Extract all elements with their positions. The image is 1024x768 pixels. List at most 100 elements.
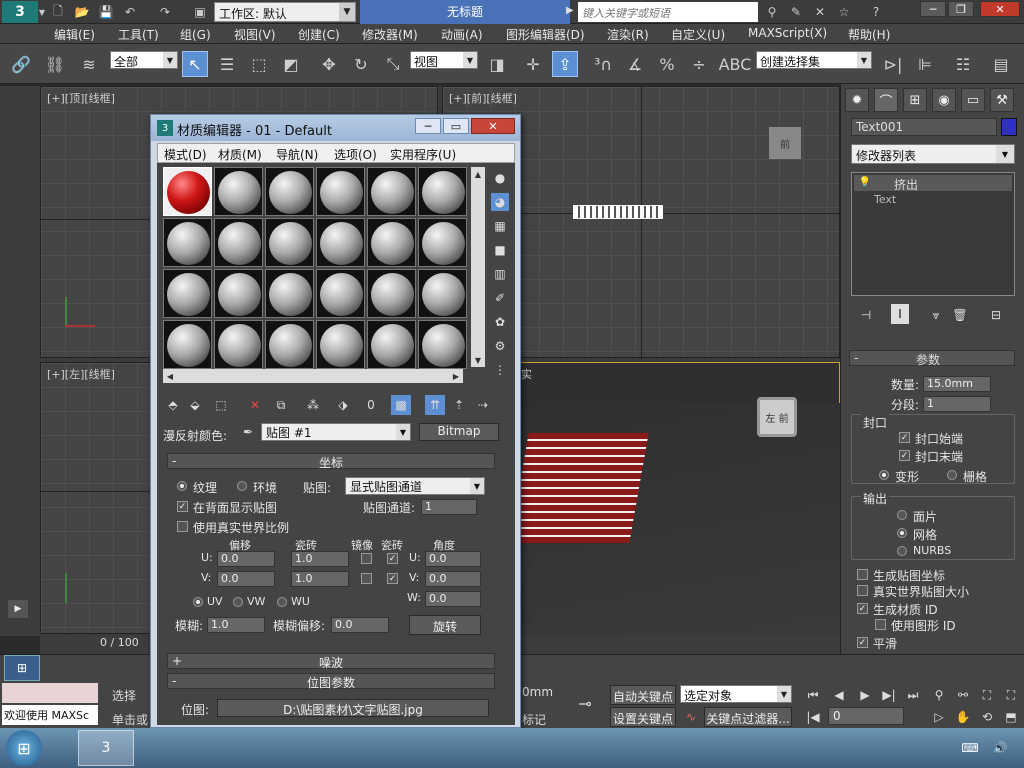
redo-icon[interactable]: ↷ [155, 3, 175, 21]
slots-horizontal-scrollbar[interactable]: ◀ ▶ [163, 369, 463, 383]
wu-radio[interactable] [277, 597, 287, 607]
keyboard-icon[interactable]: ⌨ [960, 738, 980, 758]
sample-slot[interactable] [316, 218, 365, 267]
curve-icon[interactable]: ∿ [682, 709, 700, 725]
menu-views[interactable]: 视图(V) [234, 26, 276, 43]
sample-slot[interactable] [163, 167, 212, 216]
zoom-extents-icon[interactable]: ⛶ [978, 687, 996, 703]
sample-slot[interactable] [367, 269, 416, 318]
material-map-navigator-icon[interactable]: ⋮ [491, 361, 509, 379]
render-setup-icon[interactable]: ▤ [988, 51, 1014, 77]
stack-item-extrude[interactable]: 💡 挤出 [854, 175, 1012, 192]
viewport-front-label[interactable]: [+][前][线框] [449, 90, 517, 106]
favorites-star-icon[interactable]: ☆ [834, 3, 854, 21]
sample-slot[interactable] [418, 167, 467, 216]
vw-radio[interactable] [233, 597, 243, 607]
new-file-icon[interactable]: 🗋 [48, 3, 68, 21]
sample-slot[interactable] [316, 269, 365, 318]
communication-center-icon[interactable]: ✎ [786, 3, 806, 21]
w-angle-spinner[interactable]: 0.0 [425, 591, 481, 607]
maxscript-listener-mini[interactable] [2, 683, 98, 703]
workspace-dropdown[interactable]: 工作区: 默认 ▼ [214, 2, 356, 22]
params-rollout-header[interactable]: - 参数 [849, 350, 1015, 367]
create-tab-icon[interactable]: ✹ [845, 88, 869, 112]
maximize-viewport-icon[interactable]: ⬒ [1002, 709, 1020, 725]
search-input[interactable]: 键入关键字或短语 [578, 2, 758, 22]
go-forward-sibling-icon[interactable]: ⇢ [473, 395, 493, 415]
binoculars-icon[interactable]: ⚲ [762, 3, 782, 21]
select-manipulate-icon[interactable]: ✛ [520, 51, 546, 77]
viewport-left-label[interactable]: [+][左][线框] [47, 366, 115, 382]
patch-radio[interactable] [897, 510, 907, 520]
menu-tools[interactable]: 工具(T) [118, 26, 159, 43]
sample-slot[interactable] [418, 269, 467, 318]
scroll-down-icon[interactable]: ▼ [471, 353, 485, 367]
make-unique-icon[interactable]: ⁂ [303, 395, 323, 415]
project-folder-icon[interactable]: ▣ [190, 3, 210, 21]
utilities-tab-icon[interactable]: ⚒ [990, 88, 1014, 112]
menu-customize[interactable]: 自定义(U) [671, 26, 725, 43]
reference-coord-dropdown[interactable]: 视图 ▼ [410, 51, 478, 69]
grid-radio[interactable] [947, 470, 957, 480]
remove-modifier-icon[interactable]: 🗑 [951, 306, 969, 324]
stack-item-text[interactable]: Text [874, 193, 896, 206]
open-file-icon[interactable]: 📂 [72, 3, 92, 21]
play-arrow-icon[interactable]: ▶ [8, 600, 28, 618]
menu-maxscript[interactable]: MAXScript(X) [748, 26, 827, 40]
map-channel-spinner[interactable]: 1 [421, 499, 477, 515]
select-by-material-icon[interactable]: ⚙ [491, 337, 509, 355]
menu-animation[interactable]: 动画(A) [441, 26, 483, 43]
keyboard-shortcut-override-icon[interactable]: ⇪ [552, 51, 578, 77]
go-to-parent-icon[interactable]: ⇡ [449, 395, 469, 415]
lightbulb-icon[interactable]: 💡 [859, 177, 871, 188]
viewport-top-label[interactable]: [+][顶][线框] [47, 90, 115, 106]
v-tiling-spinner[interactable]: 1.0 [291, 571, 349, 587]
menu-create[interactable]: 创建(C) [298, 26, 340, 43]
nurbs-radio[interactable] [897, 546, 907, 556]
u-tiling-spinner[interactable]: 1.0 [291, 551, 349, 567]
backlight-icon[interactable]: ◕ [491, 193, 509, 211]
rectangular-selection-icon[interactable]: ⬚ [246, 51, 272, 77]
make-unique-icon[interactable]: ⩔ [927, 306, 945, 324]
sample-slot[interactable] [163, 218, 212, 267]
v-angle-spinner[interactable]: 0.0 [425, 571, 481, 587]
undo-icon[interactable]: ↶ [120, 3, 140, 21]
u-offset-spinner[interactable]: 0.0 [217, 551, 275, 567]
show-end-result-icon[interactable]: I [891, 304, 909, 324]
background-checker-icon[interactable]: ▦ [491, 217, 509, 235]
sample-slot[interactable] [214, 269, 263, 318]
start-button-icon[interactable]: ⊞ [6, 730, 42, 766]
expand-arrow-icon[interactable]: ▶ [566, 5, 574, 16]
segments-spinner[interactable]: 1 [923, 396, 991, 412]
next-frame-icon[interactable]: ▶| [880, 687, 898, 703]
morph-radio[interactable] [879, 470, 889, 480]
real-world-scale-checkbox[interactable] [177, 521, 188, 532]
configure-sets-icon[interactable]: ⊟ [987, 306, 1005, 324]
sample-slot[interactable] [265, 269, 314, 318]
me-menu-utilities[interactable]: 实用程序(U) [390, 146, 456, 163]
blur-offset-spinner[interactable]: 0.0 [331, 617, 389, 633]
scale-icon[interactable]: ⤡ [380, 51, 406, 77]
scroll-up-icon[interactable]: ▲ [471, 167, 485, 181]
link-icon[interactable]: 🔗 [8, 51, 34, 77]
show-map-in-viewport-icon[interactable]: ▩ [391, 395, 411, 415]
minimize-button[interactable]: ─ [415, 118, 441, 134]
align-icon[interactable]: ⊫ [912, 51, 938, 77]
scroll-left-icon[interactable]: ◀ [163, 369, 177, 383]
map-type-button[interactable]: Bitmap [419, 423, 499, 441]
close-button[interactable]: ✕ [471, 118, 515, 134]
object-name-field[interactable]: Text001 [851, 118, 997, 136]
bitmap-path-button[interactable]: D:\贴图素材\文字贴图.jpg [217, 699, 489, 717]
sample-slot[interactable] [418, 320, 467, 369]
zoom-icon[interactable]: ⚲ [930, 687, 948, 703]
app-logo-icon[interactable]: 3 [2, 1, 38, 23]
modify-tab-icon[interactable]: ⌒ [874, 88, 898, 112]
sample-slot[interactable] [265, 167, 314, 216]
close-button[interactable]: ✕ [980, 1, 1020, 17]
bind-space-warp-icon[interactable]: ≋ [76, 51, 102, 77]
v-mirror-checkbox[interactable] [361, 573, 372, 584]
play-icon[interactable]: ▶ [856, 687, 874, 703]
coordinates-rollout-header[interactable]: - 坐标 [167, 453, 495, 470]
taskbar-3dsmax-icon[interactable]: 3 [78, 730, 134, 766]
display-tab-icon[interactable]: ▭ [961, 88, 985, 112]
